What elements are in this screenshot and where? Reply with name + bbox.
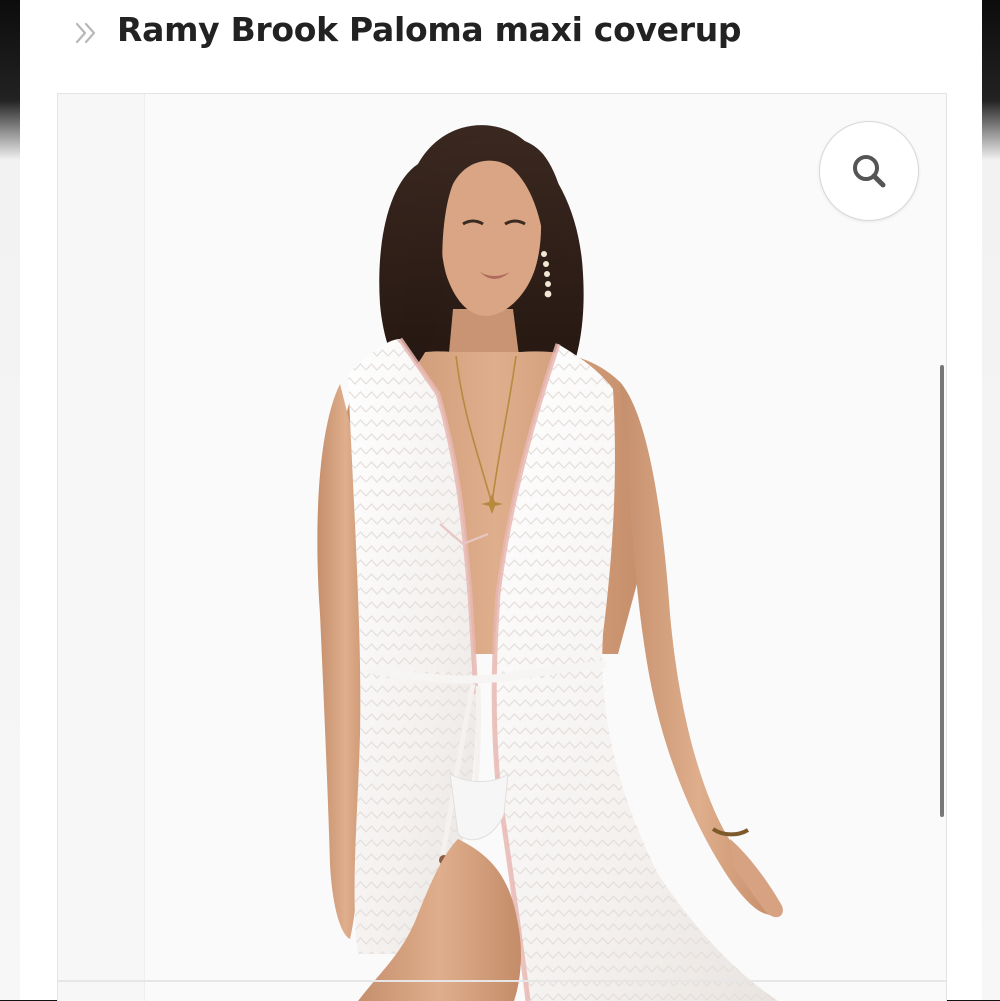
right-backdrop bbox=[982, 0, 1000, 1000]
product-image-gallery[interactable] bbox=[57, 93, 947, 1001]
product-card: Ramy Brook Paloma maxi coverup bbox=[20, 0, 982, 1001]
left-backdrop bbox=[0, 0, 20, 1000]
divider bbox=[57, 980, 947, 982]
search-icon bbox=[853, 155, 886, 188]
scrollbar[interactable] bbox=[940, 365, 944, 817]
zoom-button[interactable] bbox=[819, 121, 919, 221]
product-photo[interactable] bbox=[58, 94, 946, 1001]
double-chevron-right-icon[interactable] bbox=[74, 16, 100, 50]
product-header: Ramy Brook Paloma maxi coverup bbox=[20, 0, 982, 70]
product-title: Ramy Brook Paloma maxi coverup bbox=[117, 10, 742, 49]
